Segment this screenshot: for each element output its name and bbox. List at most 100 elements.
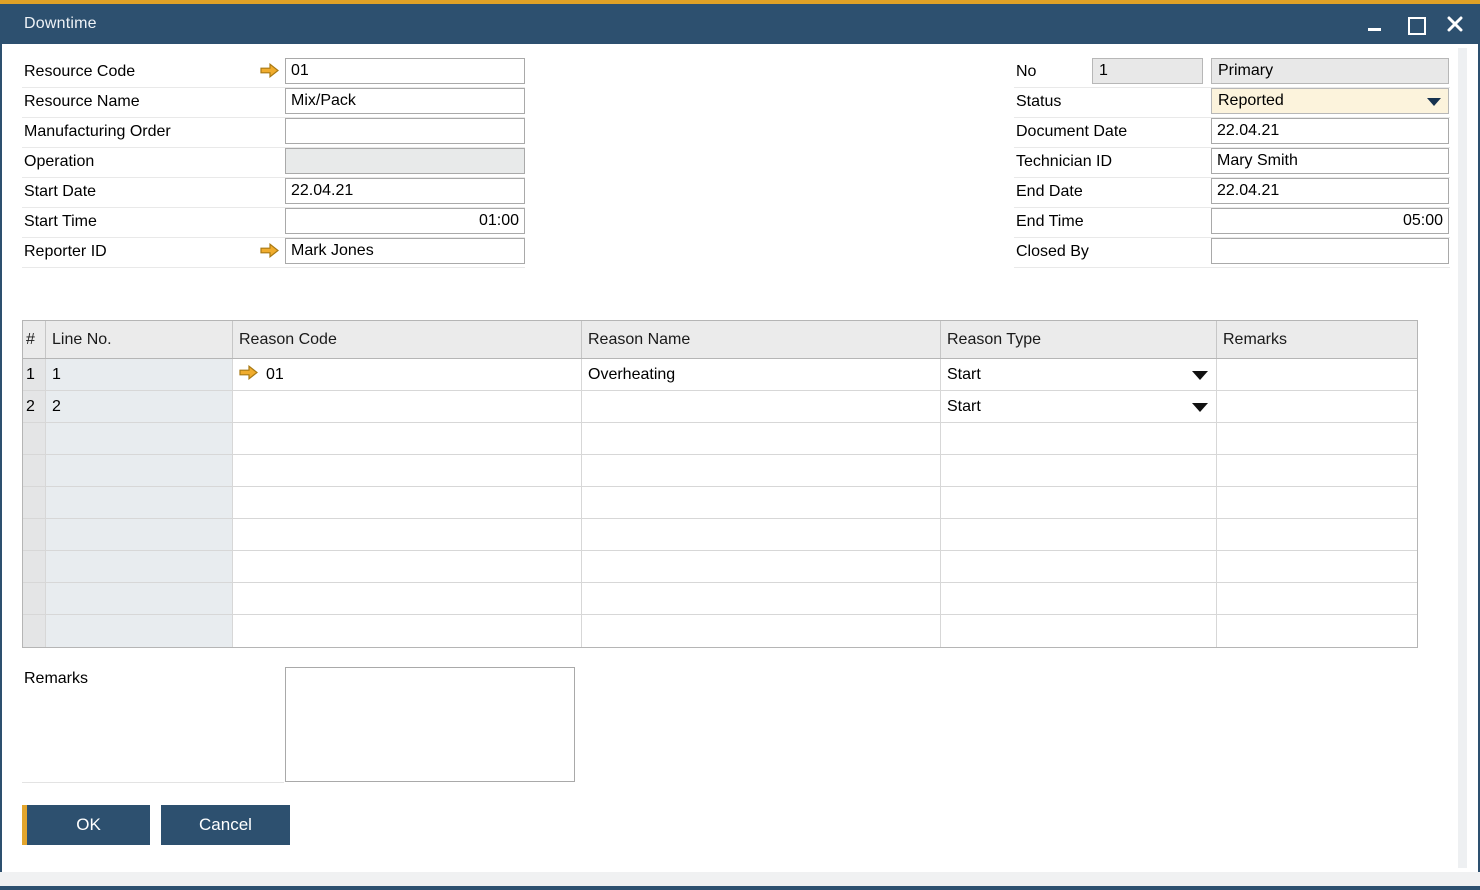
form-row-start-time: Start Time xyxy=(22,208,525,238)
line-no-cell[interactable] xyxy=(46,519,233,550)
line-no-cell[interactable] xyxy=(46,615,233,647)
reason-type-cell[interactable] xyxy=(941,615,1217,647)
row-num-cell[interactable] xyxy=(23,455,46,486)
reason-code-cell[interactable] xyxy=(233,455,582,486)
link-arrow-icon[interactable] xyxy=(260,243,279,258)
titlebar[interactable]: Downtime xyxy=(0,4,1480,44)
reason-code-cell[interactable] xyxy=(233,391,582,422)
remarks-cell[interactable] xyxy=(1217,487,1417,518)
window-bottom-strip xyxy=(0,872,1480,886)
scrollbar-track[interactable] xyxy=(1458,48,1467,868)
resource-code-label: Resource Code xyxy=(24,58,135,86)
reason-type-cell[interactable] xyxy=(941,423,1217,454)
reason-name-cell[interactable] xyxy=(582,551,941,582)
reason-code-cell[interactable]: 01 xyxy=(233,359,582,390)
reason-code-cell[interactable] xyxy=(233,423,582,454)
remarks-cell[interactable] xyxy=(1217,391,1417,422)
link-arrow-icon[interactable] xyxy=(239,365,258,385)
row-num-cell[interactable] xyxy=(23,615,46,647)
document-date-input[interactable] xyxy=(1211,118,1449,144)
downtime-window: Downtime Resource Code Resource Name Man… xyxy=(0,0,1480,890)
reason-name-cell[interactable] xyxy=(582,455,941,486)
reason-name-cell[interactable]: Overheating xyxy=(582,359,941,390)
technician-id-input[interactable] xyxy=(1211,148,1449,174)
form-row-document-date: Document Date xyxy=(1014,118,1450,148)
resource-name-input[interactable] xyxy=(285,88,525,114)
row-num-cell[interactable] xyxy=(23,519,46,550)
manufacturing-order-input[interactable] xyxy=(285,118,525,144)
ok-button[interactable]: OK xyxy=(22,805,150,845)
line-no-cell[interactable] xyxy=(46,551,233,582)
reason-name-cell[interactable] xyxy=(582,487,941,518)
reason-code-cell[interactable] xyxy=(233,615,582,647)
reason-type-cell[interactable] xyxy=(941,583,1217,614)
remarks-cell[interactable] xyxy=(1217,423,1417,454)
reporter-id-input[interactable] xyxy=(285,238,525,264)
col-header-reason-code[interactable]: Reason Code xyxy=(233,321,582,358)
row-num-cell[interactable]: 2 xyxy=(23,391,46,422)
line-no-cell[interactable] xyxy=(46,455,233,486)
line-no-cell[interactable]: 1 xyxy=(46,359,233,390)
col-header-num[interactable]: # xyxy=(23,321,46,358)
line-no-cell[interactable] xyxy=(46,583,233,614)
col-header-reason-type[interactable]: Reason Type xyxy=(941,321,1217,358)
chevron-down-icon[interactable] xyxy=(1192,371,1208,380)
link-arrow-icon[interactable] xyxy=(260,63,279,78)
status-dropdown[interactable]: Reported xyxy=(1211,88,1449,114)
form-row-reporter-id: Reporter ID xyxy=(22,238,525,268)
status-value: Reported xyxy=(1218,92,1284,109)
close-icon[interactable] xyxy=(1446,15,1464,33)
start-date-input[interactable] xyxy=(285,178,525,204)
col-header-reason-name[interactable]: Reason Name xyxy=(582,321,941,358)
doc-number-field: 1 xyxy=(1092,58,1203,84)
col-header-remarks[interactable]: Remarks xyxy=(1217,321,1417,358)
table-row xyxy=(23,423,1417,455)
reason-type-cell[interactable] xyxy=(941,551,1217,582)
line-no-cell[interactable] xyxy=(46,487,233,518)
remarks-cell[interactable] xyxy=(1217,519,1417,550)
end-date-label: End Date xyxy=(1016,178,1083,206)
start-time-input[interactable] xyxy=(285,208,525,234)
end-date-input[interactable] xyxy=(1211,178,1449,204)
form-row-operation: Operation xyxy=(22,148,525,178)
col-header-line-no[interactable]: Line No. xyxy=(46,321,233,358)
reason-name-cell[interactable] xyxy=(582,391,941,422)
reason-type-cell[interactable]: Start xyxy=(941,391,1217,422)
chevron-down-icon[interactable] xyxy=(1192,403,1208,412)
row-num-cell[interactable] xyxy=(23,583,46,614)
reason-name-cell[interactable] xyxy=(582,423,941,454)
row-num-cell[interactable] xyxy=(23,551,46,582)
remarks-cell[interactable] xyxy=(1217,551,1417,582)
row-num-cell[interactable]: 1 xyxy=(23,359,46,390)
line-no-cell[interactable]: 2 xyxy=(46,391,233,422)
line-no-cell[interactable] xyxy=(46,423,233,454)
remarks-cell[interactable] xyxy=(1217,583,1417,614)
reason-code-cell[interactable] xyxy=(233,487,582,518)
end-time-input[interactable] xyxy=(1211,208,1449,234)
row-num-cell[interactable] xyxy=(23,423,46,454)
reason-name-cell[interactable] xyxy=(582,519,941,550)
reason-type-cell[interactable] xyxy=(941,455,1217,486)
reason-code-cell[interactable] xyxy=(233,583,582,614)
remarks-cell[interactable] xyxy=(1217,615,1417,647)
remarks-cell[interactable] xyxy=(1217,359,1417,390)
resource-name-label: Resource Name xyxy=(24,88,140,116)
table-row xyxy=(23,487,1417,519)
maximize-icon[interactable] xyxy=(1406,15,1424,33)
reason-name-cell[interactable] xyxy=(582,615,941,647)
row-num-cell[interactable] xyxy=(23,487,46,518)
reason-type-cell[interactable] xyxy=(941,487,1217,518)
remarks-textarea[interactable] xyxy=(285,667,575,782)
reason-code-cell[interactable] xyxy=(233,551,582,582)
reason-type-value: Start xyxy=(947,398,981,416)
closed-by-input[interactable] xyxy=(1211,238,1449,264)
reason-code-cell[interactable] xyxy=(233,519,582,550)
reason-type-cell[interactable]: Start xyxy=(941,359,1217,390)
minimize-icon[interactable] xyxy=(1366,15,1384,33)
cancel-button[interactable]: Cancel xyxy=(161,805,290,845)
reason-name-cell[interactable] xyxy=(582,583,941,614)
table-row xyxy=(23,551,1417,583)
remarks-cell[interactable] xyxy=(1217,455,1417,486)
reason-type-cell[interactable] xyxy=(941,519,1217,550)
resource-code-input[interactable] xyxy=(285,58,525,84)
